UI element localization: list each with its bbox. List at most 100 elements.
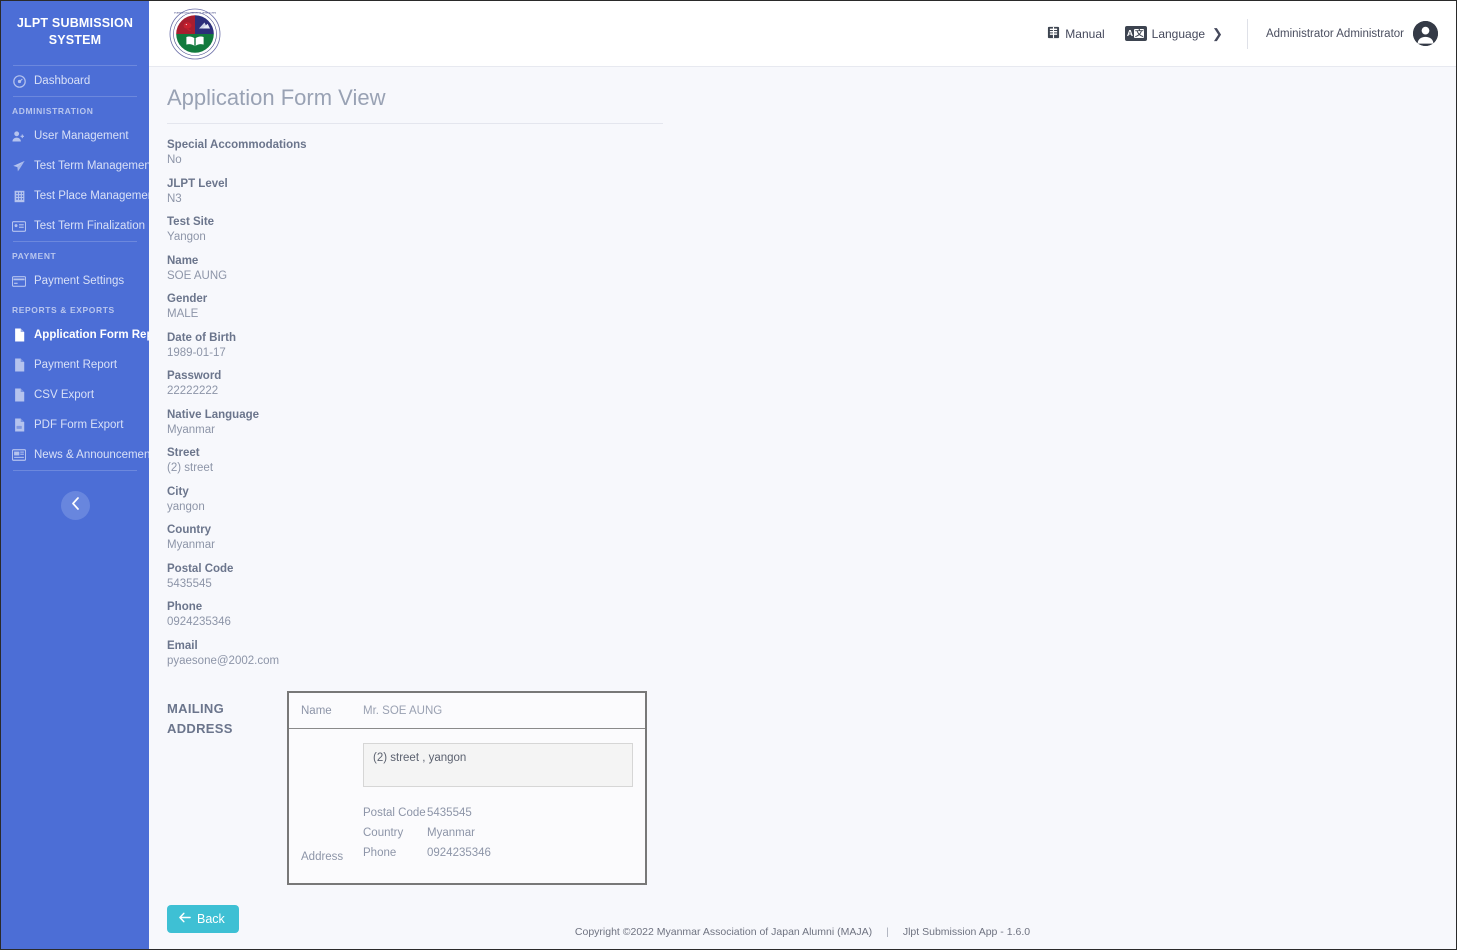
sidebar-item-label: Test Term Finalization [34,220,145,232]
mailing-row-phone: Phone 0924235346 [363,847,633,859]
sidebar-item-user-management[interactable]: User Management [1,121,149,151]
field-gender: Gender MALE [167,292,1456,322]
mailing-name-value: Mr. SOE AUNG [363,705,443,717]
field-label: City [167,485,189,498]
footer-copyright: Copyright ©2022 Myanmar Association of J… [574,926,873,938]
field-label: Special Accommodations [167,139,307,151]
field-label: JLPT Level [167,177,228,190]
sidebar-item-test-term-finalization[interactable]: Test Term Finalization [1,211,149,241]
sidebar-item-test-place-management[interactable]: Test Place Management [1,181,149,211]
id-card-icon [12,219,26,233]
field-country: Country Myanmar [167,523,1456,553]
sidebar-section-reports-exports: REPORTS & EXPORTS [12,305,115,315]
sidebar-section-administration: ADMINISTRATION [12,106,94,116]
sidebar-item-label: Test Term Management [34,160,149,172]
sidebar-item-label: Payment Report [34,359,118,371]
sidebar-item-pdf-form-export[interactable]: PDF Form Export [1,410,149,440]
language-switcher[interactable]: A文 Language ❯ [1115,26,1233,42]
field-value: 1989-01-17 [167,346,226,359]
sidebar-item-application-form-report[interactable]: Application Form Report [1,320,149,350]
field-label: Password [167,370,222,382]
top-header-bar: MYANMAR ASSOCIATION OF JAPAN ALUMNI Manu… [149,1,1456,67]
row-key: Country [363,827,404,839]
file-icon [12,328,26,342]
sidebar-collapse-button[interactable] [60,491,90,520]
field-postal-code: Postal Code 5435545 [167,562,1456,592]
mailing-name-key: Name [301,705,332,717]
sidebar-item-label: Dashboard [34,75,91,87]
field-label: Postal Code [167,562,234,575]
field-value: N3 [167,192,182,205]
manual-link[interactable]: Manual [1037,26,1114,42]
sidebar-item-payment-report[interactable]: Payment Report [1,350,149,380]
building-icon [12,189,26,203]
field-jlpt-level: JLPT Level N3 [167,177,1456,207]
field-value: 5435545 [167,577,212,590]
field-label: Country [167,524,212,536]
file-pdf-icon [12,418,26,432]
file-icon [12,388,26,402]
mailing-row-country: Country Myanmar [363,827,633,839]
manual-label: Manual [1065,26,1105,41]
mailing-address-box: Name Mr. SOE AUNG Address (2) street , y… [287,691,647,885]
form-fields-list: Special Accommodations No JLPT Level N3 … [149,124,1456,669]
dashboard-icon [12,74,26,88]
field-label: Native Language [167,408,260,421]
content-area: Application Form View Special Accommodat… [149,67,1456,949]
field-test-site: Test Site Yangon [167,215,1456,245]
field-value: No [167,154,182,166]
mailing-address-label: MAILING ADDRESS [167,691,287,739]
sidebar-item-label: Payment Settings [34,275,125,287]
credit-card-icon [12,274,26,288]
main-area: MYANMAR ASSOCIATION OF JAPAN ALUMNI Manu… [149,1,1456,949]
field-password: Password 22222222 [167,369,1456,399]
row-key: Postal Code [363,807,426,819]
user-plus-icon [12,129,26,143]
mailing-address-section: MAILING ADDRESS Name Mr. SOE AUNG Addres… [149,677,1456,885]
language-label: Language [1151,26,1206,41]
field-value: SOE AUNG [167,269,228,282]
field-value: MALE [167,308,199,320]
field-email: Email pyaesone@2002.com [167,639,1456,669]
header-divider [1246,18,1248,49]
mailing-name-row: Name Mr. SOE AUNG [289,693,645,729]
row-value: 0924235346 [427,847,491,859]
field-name: Name SOE AUNG [167,254,1456,284]
paper-plane-icon [12,159,26,173]
chevron-right-icon: ❯ [1212,25,1223,41]
page-title: Application Form View [167,85,386,110]
field-date-of-birth: Date of Birth 1989-01-17 [167,331,1456,361]
field-label: Name [167,254,199,267]
sidebar-item-test-term-management[interactable]: Test Term Management [1,151,149,181]
mailing-address-key: Address [301,851,344,863]
sidebar-item-dashboard[interactable]: Dashboard [1,66,149,96]
footer-separator: | [886,926,889,938]
sidebar: JLPT SUBMISSION SYSTEM Dashboard ADMINIS… [1,1,149,949]
mailing-address-body: Address (2) street , yangon Postal Code … [289,729,645,883]
collapse-wrapper [1,471,149,520]
brand-title: JLPT SUBMISSION SYSTEM [1,1,149,65]
svg-text:MYANMAR ASSOCIATION OF JAPAN A: MYANMAR ASSOCIATION OF JAPAN ALUMNI [174,11,217,14]
sidebar-item-csv-export[interactable]: CSV Export [1,380,149,410]
sidebar-item-label: PDF Form Export [34,419,124,431]
mailing-address-details: (2) street , yangon Postal Code 5435545 … [363,743,633,867]
field-phone: Phone 0924235346 [167,600,1456,630]
field-value: 0924235346 [167,616,231,628]
sidebar-item-label: News & Announcement [34,449,149,461]
mailing-label-line-2: ADDRESS [167,721,233,736]
field-native-language: Native Language Myanmar [167,408,1456,438]
row-value: Myanmar [427,827,475,839]
field-label: Email [167,639,198,652]
sidebar-item-news-announcement[interactable]: News & Announcement [1,440,149,470]
row-value: 5435545 [427,807,472,819]
user-name-label: Administrator Administrator [1265,27,1404,40]
sidebar-item-payment-settings[interactable]: Payment Settings [1,266,149,296]
field-label: Test Site [167,216,215,228]
field-value: 22222222 [167,385,219,397]
user-menu[interactable]: Administrator Administrator [1266,21,1442,46]
translate-icon: A文 [1124,26,1147,41]
sidebar-item-label: CSV Export [34,389,95,401]
footer-app-version: Jlpt Submission App - 1.6.0 [902,926,1031,938]
sidebar-item-label: Test Place Management [34,190,149,202]
field-value: Myanmar [167,423,215,436]
